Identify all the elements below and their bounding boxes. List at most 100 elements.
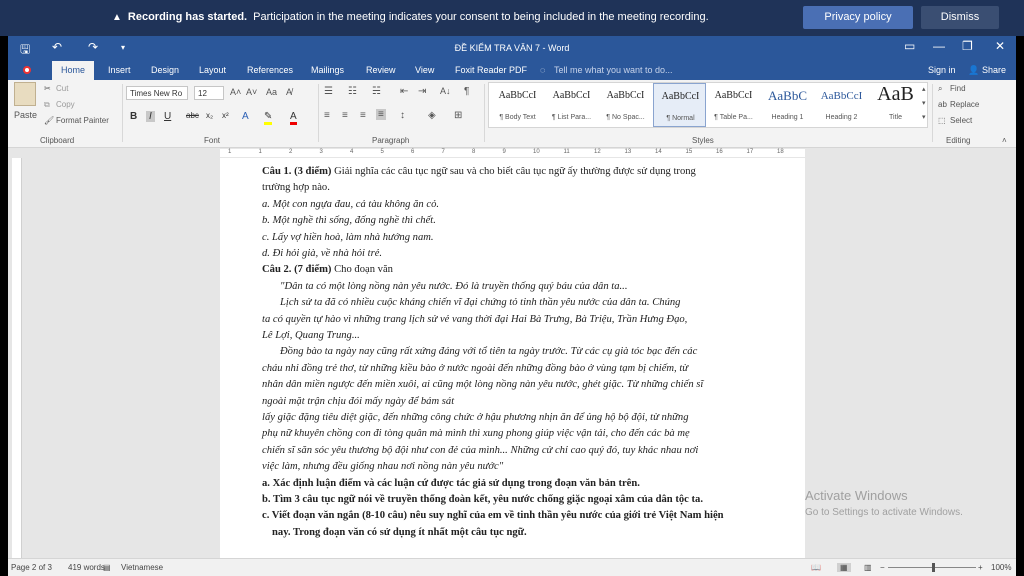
word-count[interactable]: 419 words <box>68 563 105 572</box>
document-line[interactable]: Câu 2. (7 điểm) Cho đoạn văn <box>262 264 393 275</box>
collapse-ribbon-icon[interactable]: ˄ <box>1002 136 1007 145</box>
document-line[interactable]: c. Lấy vợ hiền hoà, làm nhà hướng nam. <box>262 232 434 243</box>
language[interactable]: Vietnamese <box>121 563 163 572</box>
document-line[interactable]: trường hợp nào. <box>262 182 330 193</box>
line-spacing-icon[interactable]: ↕ <box>400 110 405 121</box>
bullets-icon[interactable]: ☰ <box>324 86 333 97</box>
close-icon[interactable]: ✕ <box>995 39 1005 53</box>
borders-icon[interactable]: ⊞ <box>454 110 462 121</box>
tab-layout[interactable]: Layout <box>199 65 226 75</box>
tab-foxit[interactable]: Foxit Reader PDF <box>455 65 527 75</box>
document-line[interactable]: Đồng bào ta ngày nay cũng rất xứng đáng … <box>280 346 697 357</box>
proofing-icon[interactable]: ▤ <box>103 563 111 572</box>
zoom-thumb[interactable] <box>932 563 935 572</box>
document-line[interactable]: Câu 1. (3 điểm) Giải nghĩa các câu tục n… <box>262 166 696 177</box>
copy-button[interactable]: Copy <box>56 100 75 109</box>
style-normal[interactable]: AaBbCcI ¶ Normal <box>653 83 706 127</box>
decrease-indent-icon[interactable]: ⇤ <box>400 86 408 97</box>
vertical-ruler[interactable] <box>12 158 22 558</box>
tab-design[interactable]: Design <box>151 65 179 75</box>
style-heading-2[interactable]: AaBbCcI Heading 2 <box>815 83 868 127</box>
zoom-out-icon[interactable]: − <box>880 563 885 572</box>
zoom-in-icon[interactable]: + <box>978 563 983 572</box>
tab-home[interactable]: Home <box>52 61 95 80</box>
style-title[interactable]: AaB Title <box>869 83 922 127</box>
tab-mailings[interactable]: Mailings <box>311 65 344 75</box>
align-right-icon[interactable]: ≡ <box>360 110 366 121</box>
increase-indent-icon[interactable]: ⇥ <box>418 86 426 97</box>
highlight-icon[interactable]: ✎ <box>264 111 273 125</box>
shrink-font-icon[interactable]: A˅ <box>246 87 257 97</box>
style-table-paragraph[interactable]: AaBbCcI ¶ Table Pa... <box>707 83 760 127</box>
document-line[interactable]: cháu nhi đồng trẻ thơ, từ những kiều bào… <box>262 363 688 374</box>
styles-scroll-down-icon[interactable]: ▾ <box>922 99 926 107</box>
multilevel-list-icon[interactable]: ☵ <box>372 86 381 97</box>
print-layout-icon[interactable]: ▦ <box>837 563 851 572</box>
minimize-icon[interactable]: — <box>933 39 945 53</box>
paste-icon[interactable] <box>14 82 36 106</box>
font-size-box[interactable]: 12 <box>194 86 224 100</box>
document-line[interactable]: phụ nữ khuyên chồng con đi tòng quân mà … <box>262 428 690 439</box>
bold-icon[interactable]: B <box>130 111 137 122</box>
document-line[interactable]: a. Xác định luận điểm và các luận cứ đượ… <box>262 478 640 489</box>
paste-button[interactable]: Paste <box>14 110 37 120</box>
tab-review[interactable]: Review <box>366 65 396 75</box>
clear-formatting-icon[interactable]: A̸ <box>286 87 292 97</box>
tab-view[interactable]: View <box>415 65 434 75</box>
ribbon-display-icon[interactable]: ▭ <box>904 39 915 53</box>
grow-font-icon[interactable]: A˄ <box>230 87 241 97</box>
document-line[interactable]: nay. Trong đoạn văn có sử dụng ít nhất m… <box>272 527 527 538</box>
document-line[interactable]: chiến sĩ săn sóc yêu thương bộ đội như c… <box>262 445 698 456</box>
cut-button[interactable]: Cut <box>56 84 68 93</box>
font-color-icon[interactable]: A <box>290 111 297 125</box>
font-name-box[interactable]: Times New Ro <box>126 86 188 100</box>
dismiss-button[interactable]: Dismiss <box>921 6 999 29</box>
align-left-icon[interactable]: ≡ <box>324 110 330 121</box>
document-line[interactable]: b. Tìm 3 câu tục ngữ nói về truyền thống… <box>262 494 703 505</box>
privacy-policy-button[interactable]: Privacy policy <box>803 6 913 29</box>
shading-icon[interactable]: ◈ <box>428 110 436 121</box>
read-mode-icon[interactable]: 📖 <box>811 563 821 572</box>
document-line[interactable]: d. Đi hỏi già, về nhà hỏi trẻ. <box>262 248 382 259</box>
tell-me-box[interactable]: Tell me what you want to do... <box>554 65 673 75</box>
change-case-icon[interactable]: Aa <box>266 87 277 97</box>
document-line[interactable]: Lê Lợi, Quang Trung... <box>262 330 360 341</box>
strikethrough-icon[interactable]: abc <box>186 111 199 120</box>
replace-button[interactable]: Replace <box>950 100 979 109</box>
document-line[interactable]: c. Viết đoạn văn ngắn (8-10 câu) nêu suy… <box>262 510 724 521</box>
show-marks-icon[interactable]: ¶ <box>464 86 469 97</box>
page-count[interactable]: Page 2 of 3 <box>11 563 52 572</box>
document-line[interactable]: Lịch sử ta đã có nhiều cuộc kháng chiến … <box>280 297 680 308</box>
document-line[interactable]: ta có quyền tự hào vì những trang lịch s… <box>262 314 687 325</box>
style-heading-1[interactable]: AaBbC Heading 1 <box>761 83 814 127</box>
style-list-paragraph[interactable]: AaBbCcI ¶ List Para... <box>545 83 598 127</box>
style-body-text[interactable]: AaBbCcI ¶ Body Text <box>491 83 544 127</box>
justify-icon[interactable]: ≡ <box>376 109 386 120</box>
sort-icon[interactable]: A↓ <box>440 86 451 96</box>
style-no-spacing[interactable]: AaBbCcI ¶ No Spac... <box>599 83 652 127</box>
document-line[interactable]: nhân dân miền ngược đến miền xuôi, ai cũ… <box>262 379 703 390</box>
format-painter-button[interactable]: Format Painter <box>56 116 109 125</box>
numbering-icon[interactable]: ☷ <box>348 86 357 97</box>
find-button[interactable]: Find <box>950 84 966 93</box>
share-button[interactable]: Share <box>982 65 1006 75</box>
document-line[interactable]: "Dân ta có một lòng nồng nàn yêu nước. Đ… <box>280 281 627 292</box>
subscript-icon[interactable]: x₂ <box>206 111 213 120</box>
styles-scroll-up-icon[interactable]: ▴ <box>922 85 926 93</box>
file-tab[interactable] <box>14 63 40 77</box>
superscript-icon[interactable]: x² <box>222 111 229 120</box>
document-line[interactable]: ngoài mặt trận chịu đói mấy ngày để bám … <box>262 396 454 407</box>
sign-in-link[interactable]: Sign in <box>928 65 956 75</box>
styles-more-icon[interactable]: ▾ <box>922 113 926 121</box>
document-line[interactable]: lấy giặc đặng tiêu diệt giặc, đến những … <box>262 412 689 423</box>
underline-icon[interactable]: U <box>164 111 171 122</box>
align-center-icon[interactable]: ≡ <box>342 110 348 121</box>
document-line[interactable]: a. Một con ngựa đau, cả tàu không ăn cỏ. <box>262 199 439 210</box>
zoom-level[interactable]: 100% <box>991 563 1011 572</box>
document-line[interactable]: b. Một nghề thì sống, đống nghề thì chết… <box>262 215 436 226</box>
tab-references[interactable]: References <box>247 65 293 75</box>
web-layout-icon[interactable]: ▥ <box>864 563 872 572</box>
select-button[interactable]: Select <box>950 116 972 125</box>
italic-icon[interactable]: I <box>146 111 155 122</box>
horizontal-ruler[interactable]: 1 1 2 3 4 5 6 7 8 9 10 11 12 13 14 15 16 17 18 <box>220 149 805 157</box>
